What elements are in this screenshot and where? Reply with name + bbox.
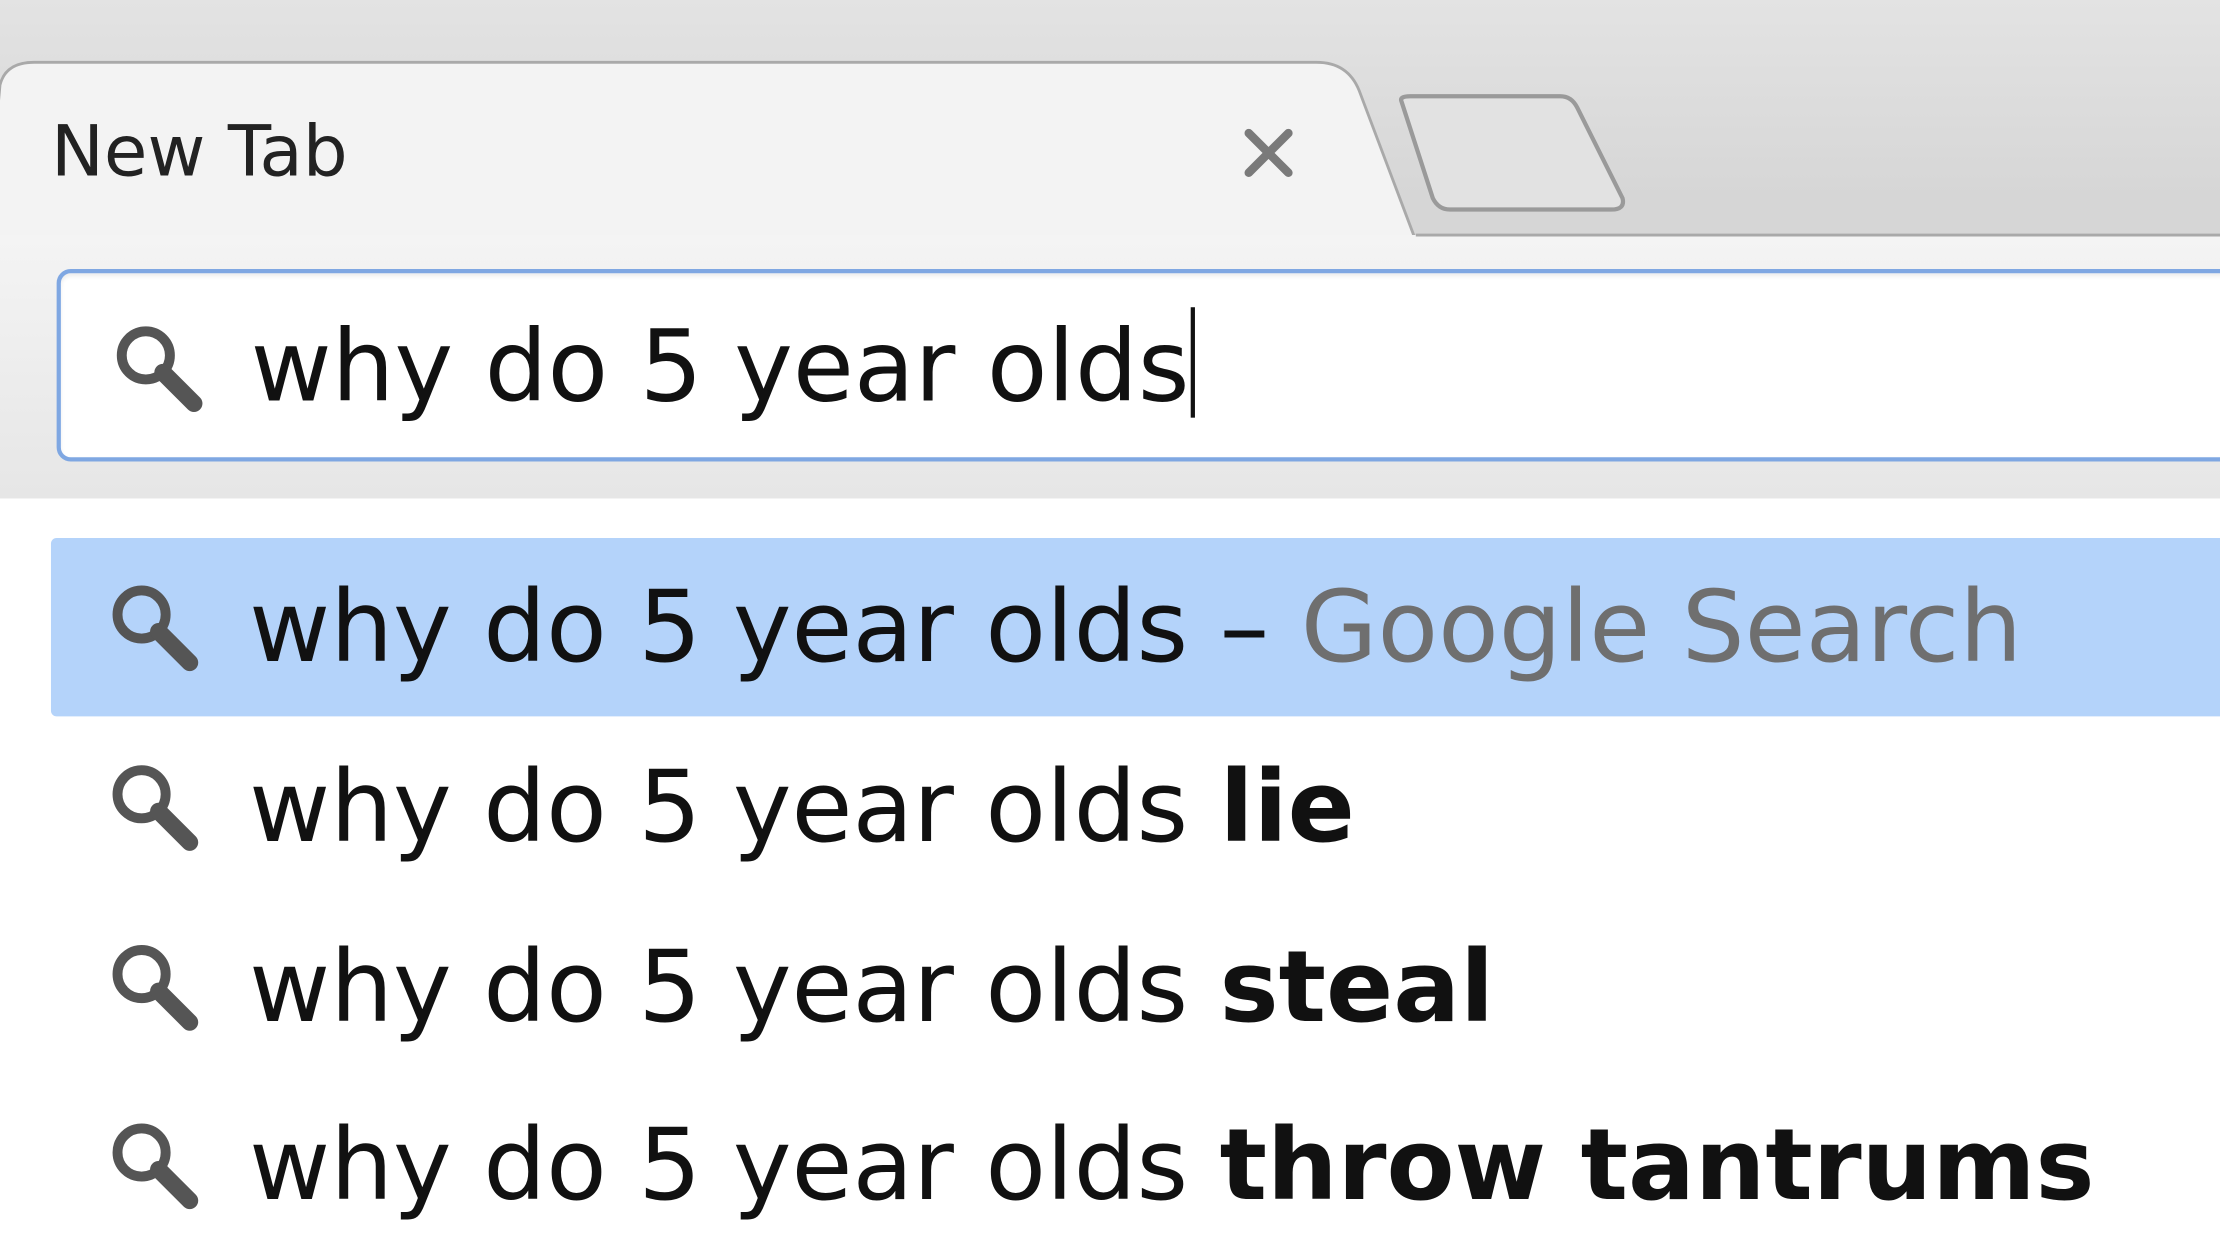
suggestion-query: why do 5 year olds <box>249 928 1220 1045</box>
suggestion-item[interactable]: why do 5 year olds throw tantrums <box>51 1076 2220 1248</box>
suggestion-text: why do 5 year olds – Google Search <box>249 549 2022 705</box>
suggestion-text: why do 5 year olds throw tantrums <box>249 1087 2094 1243</box>
omnibox-input[interactable]: why do 5 year olds <box>251 296 1196 438</box>
browser-window: New Tab why do 5 year olds why do 5 year… <box>0 0 2220 1248</box>
browser-toolbar: New Tab why do 5 year olds <box>0 0 2220 499</box>
suggestion-item-search[interactable]: why do 5 year olds – Google Search <box>50 538 2220 717</box>
suggestion-item[interactable]: why do 5 year olds steal <box>51 898 2220 1076</box>
close-icon[interactable] <box>1235 119 1303 187</box>
search-icon <box>112 1123 199 1210</box>
search-icon <box>112 585 199 672</box>
suggestion-query: why do 5 year olds <box>249 569 1189 686</box>
suggestion-text: why do 5 year olds lie <box>249 729 1355 885</box>
tab-title: New Tab <box>50 110 348 193</box>
suggestion-completion: throw tantrums <box>1219 1107 2095 1224</box>
suggestion-engine: Google Search <box>1300 569 2023 686</box>
omnibox-value: why do 5 year olds <box>250 308 1190 425</box>
suggestion-item[interactable]: why do 5 year olds lie <box>51 718 2220 896</box>
omnibox[interactable]: why do 5 year olds <box>56 269 2220 462</box>
suggestion-query: why do 5 year olds <box>249 748 1220 866</box>
search-icon <box>116 326 203 413</box>
omnibox-suggestions: why do 5 year olds – Google Search why d… <box>0 498 2220 1248</box>
suggestion-completion: lie <box>1219 748 1355 866</box>
search-icon <box>112 765 199 851</box>
suggestion-separator: – <box>1188 569 1301 686</box>
new-tab-icon[interactable] <box>1393 93 1634 215</box>
suggestion-completion: steal <box>1219 928 1495 1045</box>
suggestion-query: why do 5 year olds <box>249 1107 1220 1224</box>
search-icon <box>112 945 199 1031</box>
text-caret <box>1190 307 1196 418</box>
suggestion-text: why do 5 year olds steal <box>249 909 1494 1065</box>
